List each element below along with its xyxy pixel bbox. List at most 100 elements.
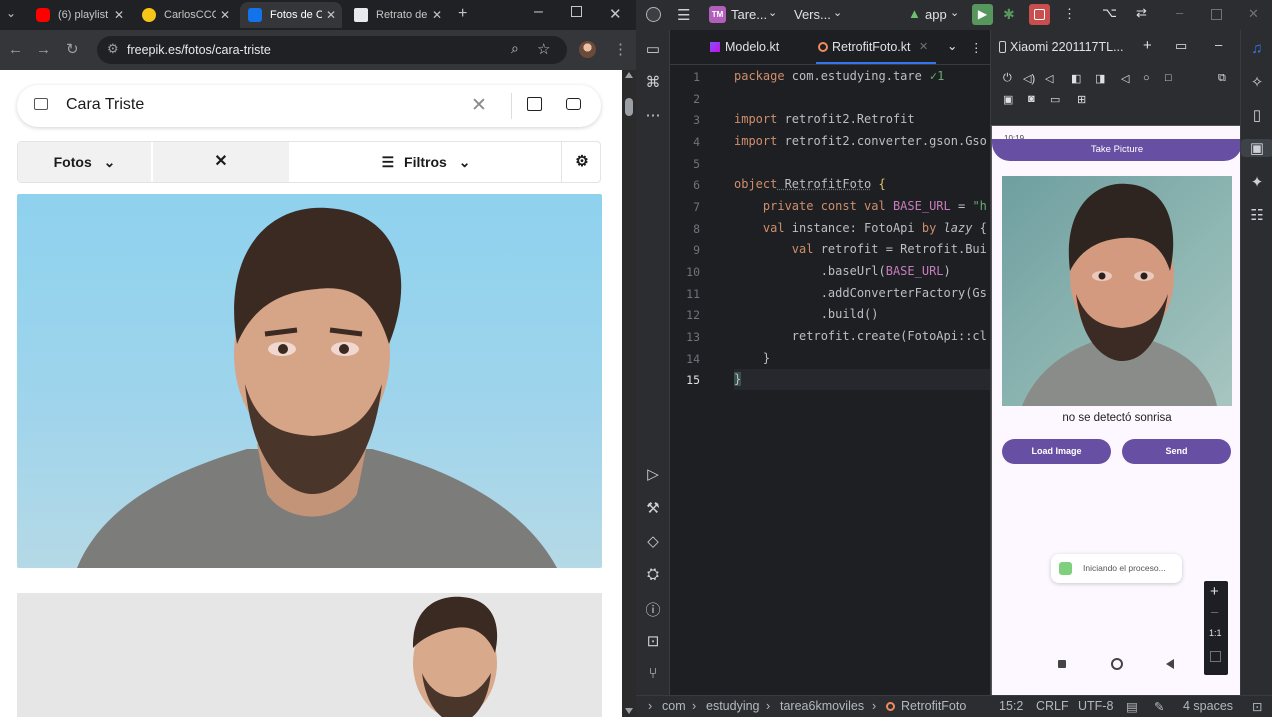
home-icon[interactable] (1111, 658, 1123, 670)
search-input[interactable]: Cara Triste (66, 96, 144, 114)
browser-tab[interactable]: Retrato de ✕ (348, 2, 448, 28)
inspection-ok-icon[interactable]: ✓ (930, 69, 937, 83)
rotate-right-icon[interactable]: ◨ (1095, 72, 1105, 85)
zoom-actual-size[interactable]: 1:1 (1209, 628, 1222, 638)
running-devices-icon[interactable]: ▣ (1241, 139, 1272, 157)
overview-nav-icon[interactable]: □ (1165, 72, 1172, 84)
sad-man-photo-2[interactable] (17, 593, 602, 717)
site-info-icon[interactable]: ⚙ (107, 41, 119, 57)
zoom-in-icon[interactable]: + (1210, 583, 1219, 600)
indent-setting[interactable]: 4 spaces (1183, 699, 1233, 713)
structure-icon[interactable]: ⌘ (636, 73, 670, 91)
reader-mode-icon[interactable]: ▤ (1126, 699, 1138, 714)
zoom-out-icon[interactable]: – (1211, 604, 1218, 619)
more-actions-icon[interactable]: ⋮ (1063, 6, 1076, 22)
stop-button[interactable] (1029, 4, 1050, 25)
settings-button[interactable]: ⚙ (562, 142, 602, 182)
mirror-icon[interactable]: ⧉ (1218, 72, 1226, 85)
new-tab-icon[interactable]: + (458, 5, 467, 23)
notifications-icon[interactable]: ♫ (1241, 40, 1272, 57)
home-nav-icon[interactable]: ○ (1143, 72, 1150, 84)
breadcrumb-item[interactable]: com (662, 699, 686, 713)
fold-icon[interactable]: ▣ (1003, 93, 1013, 106)
caret-position[interactable]: 15:2 (999, 699, 1023, 713)
maximize-icon[interactable] (571, 6, 582, 17)
tab-retrofitfoto-kt[interactable]: RetrofitFoto.kt (832, 40, 911, 54)
device-manager-icon[interactable]: ⌥ (1102, 5, 1117, 21)
avatar[interactable] (579, 41, 596, 58)
gemini-icon[interactable]: ✧ (1241, 73, 1272, 91)
run-button[interactable]: ▶ (972, 4, 993, 25)
ide-maximize-icon[interactable] (1211, 9, 1222, 20)
back-nav-icon[interactable]: ◁ (1121, 72, 1129, 85)
structure-list-icon[interactable]: ☷ (1241, 206, 1272, 224)
power-icon[interactable]: ⏻ (1003, 72, 1012, 85)
volume-up-icon[interactable]: ◁) (1023, 72, 1035, 85)
hamburger-menu-icon[interactable]: ☰ (677, 6, 690, 24)
device-tab[interactable]: Xiaomi 2201117TL... (1010, 40, 1124, 54)
send-button[interactable]: Send (1122, 439, 1231, 464)
search-bar[interactable]: Cara Triste ✕ (17, 85, 601, 127)
load-image-button[interactable]: Load Image (1002, 439, 1111, 464)
run-config-selector[interactable]: app (925, 7, 947, 22)
ai-search-icon[interactable] (527, 97, 542, 111)
sad-man-photo[interactable] (17, 194, 602, 568)
browser-tab[interactable]: (6) playlist ✕ (30, 2, 130, 28)
page-scrollbar[interactable] (622, 70, 636, 717)
debug-icon[interactable]: ✱ (1003, 6, 1015, 23)
minimize-icon[interactable]: – (534, 3, 543, 21)
line-separator[interactable]: CRLF (1036, 699, 1069, 713)
scroll-thumb[interactable] (625, 98, 633, 116)
tab-search-icon[interactable]: ⌄ (6, 6, 16, 20)
back-triangle-icon[interactable] (1166, 659, 1174, 669)
logcat-icon[interactable]: ⇄ (1136, 5, 1147, 21)
more-tools-icon[interactable]: ⋯ (636, 106, 670, 124)
settings-icon[interactable]: ⊞ (1077, 93, 1086, 106)
photos-filter-button[interactable]: Fotos ⌄ (18, 142, 151, 182)
recents-icon[interactable] (1058, 660, 1066, 668)
forward-icon[interactable]: → (36, 30, 51, 70)
code-style-icon[interactable]: ✎ (1154, 699, 1164, 714)
volume-down-icon[interactable]: ◁ (1045, 72, 1053, 85)
problems-icon[interactable]: ⓘ (636, 599, 670, 620)
app-inspection-icon[interactable]: ⛭ (636, 566, 670, 583)
vcs-selector[interactable]: Vers... (794, 7, 831, 22)
clear-filter-button[interactable]: ✕ (153, 142, 289, 182)
back-icon[interactable]: ← (8, 30, 23, 70)
git-icon[interactable]: ⑂ (636, 665, 670, 682)
screenshot-icon[interactable]: ◙ (1028, 93, 1035, 105)
ide-close-icon[interactable]: ✕ (1248, 6, 1259, 22)
scroll-up-icon[interactable] (625, 72, 633, 78)
run-tool-icon[interactable]: ▷ (636, 465, 670, 483)
code-editor[interactable]: package com.estudying.tare ✓1 import retr… (734, 65, 990, 680)
file-encoding[interactable]: UTF-8 (1078, 699, 1113, 713)
close-tab-icon[interactable]: ✕ (919, 40, 928, 53)
ide-minimize-icon[interactable]: – (1176, 5, 1183, 20)
menu-icon[interactable]: ⋮ (613, 30, 628, 70)
close-tab-icon[interactable]: ✕ (432, 8, 442, 22)
breadcrumb-item[interactable]: RetrofitFoto (901, 699, 966, 713)
gradle-icon[interactable]: ◇ (636, 532, 670, 550)
device-manager-icon[interactable]: ▯ (1241, 106, 1272, 124)
add-device-icon[interactable]: + (1143, 37, 1152, 54)
breadcrumb-item[interactable]: tarea6kmoviles (780, 699, 864, 713)
close-tab-icon[interactable]: ✕ (220, 8, 230, 22)
bookmark-star-icon[interactable]: ☆ (537, 40, 550, 58)
chevron-down-icon[interactable]: ⌄ (947, 38, 957, 53)
panel-minimize-icon[interactable]: – (1215, 37, 1222, 52)
lock-icon[interactable]: ⊡ (1252, 699, 1262, 714)
zoom-icon[interactable]: ⌕ (511, 40, 519, 57)
ai-assistant-icon[interactable]: ✦ (1241, 173, 1272, 191)
close-window-icon[interactable]: ✕ (609, 5, 622, 23)
layout-icon[interactable]: ▭ (1175, 38, 1187, 54)
close-tab-icon[interactable]: ✕ (114, 8, 124, 22)
more-tabs-icon[interactable]: ⋮ (970, 40, 983, 55)
filters-button[interactable]: ☰ Filtros ⌄ (291, 142, 561, 182)
breadcrumb-item[interactable]: estudying (706, 699, 760, 713)
project-selector[interactable]: Tare... (731, 7, 767, 22)
camera-search-icon[interactable] (566, 98, 581, 110)
record-icon[interactable]: ▭ (1050, 93, 1060, 106)
browser-tab[interactable]: CarlosCCC ✕ (136, 2, 236, 28)
scroll-down-icon[interactable] (625, 708, 633, 714)
build-icon[interactable]: ⚒ (636, 499, 670, 517)
